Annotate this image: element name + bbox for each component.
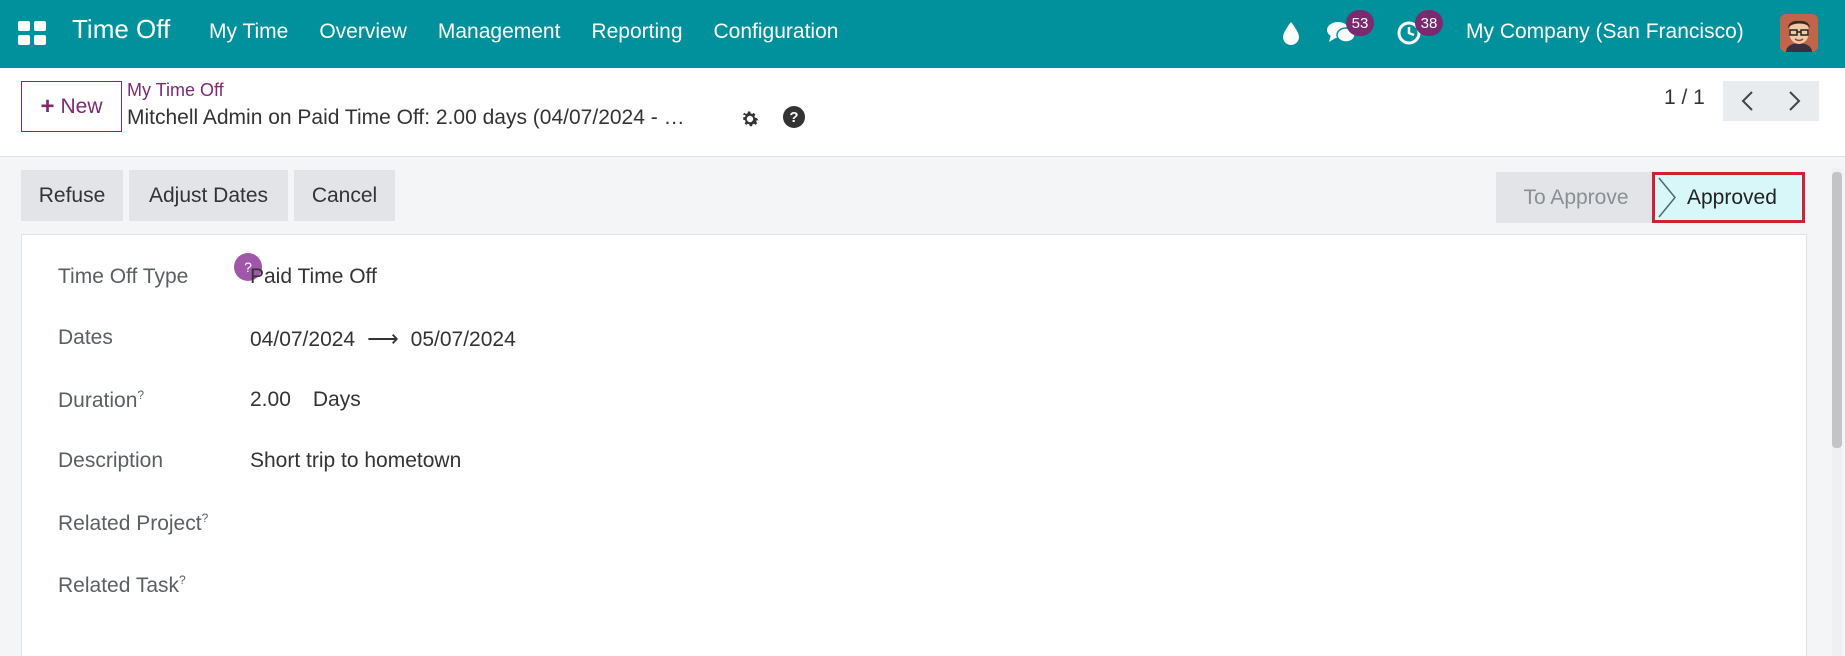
scrollbar[interactable] (1832, 168, 1842, 656)
duration-value[interactable]: 2.00 Days (250, 388, 361, 412)
duration-unit: Days (312, 388, 361, 411)
user-avatar[interactable] (1780, 14, 1818, 52)
top-navbar: Time Off My Time Overview Management Rep… (0, 0, 1845, 68)
dates-value[interactable]: 04/07/2024 ⟶ 05/07/2024 (250, 326, 516, 352)
activity-count-badge: 38 (1415, 10, 1443, 36)
gear-icon[interactable] (739, 108, 761, 130)
control-panel: + New My Time Off Mitchell Admin on Paid… (0, 68, 1845, 157)
duration-label: Duration? (58, 388, 145, 412)
description-value[interactable]: Short trip to hometown (250, 449, 461, 473)
chevron-right-icon (1789, 91, 1801, 111)
arrow-right-icon: ⟶ (367, 326, 399, 351)
description-label: Description (58, 449, 164, 472)
chevron-left-icon (1741, 91, 1753, 111)
drop-icon[interactable] (1280, 20, 1302, 46)
dates-label: Dates (58, 326, 113, 349)
new-button-label: New (60, 94, 103, 118)
company-switcher[interactable]: My Company (San Francisco) (1466, 20, 1744, 44)
related-task-help-icon[interactable]: ? (179, 573, 186, 587)
pager-value[interactable]: 1 / 1 (1664, 86, 1705, 110)
scrollbar-thumb[interactable] (1832, 172, 1842, 448)
status-bar: Refuse Adjust Dates Cancel To Approve Ap… (0, 158, 1845, 234)
app-title[interactable]: Time Off (72, 14, 170, 45)
pager-next-button[interactable] (1771, 81, 1819, 121)
apps-menu-icon[interactable] (18, 21, 46, 45)
field-related-task: Related Task? (58, 573, 1758, 603)
menu-my-time[interactable]: My Time (209, 20, 288, 44)
field-duration: Duration? 2.00 Days (58, 388, 1758, 418)
field-dates: Dates 04/07/2024 ⟶ 05/07/2024 (58, 326, 1758, 356)
related-project-help-icon[interactable]: ? (202, 511, 209, 525)
record-title: Mitchell Admin on Paid Time Off: 2.00 da… (127, 106, 685, 129)
status-to-approve[interactable]: To Approve (1496, 172, 1656, 223)
breadcrumb-my-time-off[interactable]: My Time Off (127, 80, 224, 101)
help-icon[interactable]: ? (783, 106, 805, 128)
menu-management[interactable]: Management (438, 20, 561, 44)
date-to[interactable]: 05/07/2024 (411, 328, 516, 351)
plus-icon: + (40, 92, 55, 120)
pager-previous-button[interactable] (1723, 81, 1771, 121)
chat-count-badge: 53 (1346, 10, 1374, 36)
time-off-type-label: Time Off Type (58, 265, 189, 288)
refuse-button[interactable]: Refuse (21, 170, 123, 221)
status-approved-label: Approved (1687, 185, 1777, 209)
field-related-project: Related Project? (58, 511, 1758, 541)
time-off-type-value[interactable]: Paid Time Off (250, 265, 377, 289)
menu-reporting[interactable]: Reporting (591, 20, 682, 44)
main-menu: My Time Overview Management Reporting Co… (209, 20, 869, 44)
new-button[interactable]: + New (21, 81, 122, 132)
adjust-dates-button[interactable]: Adjust Dates (129, 170, 288, 221)
duration-help-icon[interactable]: ? (137, 388, 144, 402)
menu-overview[interactable]: Overview (319, 20, 407, 44)
menu-configuration[interactable]: Configuration (714, 20, 839, 44)
related-project-label: Related Project? (58, 511, 209, 535)
field-time-off-type: Time Off Type ? Paid Time Off (58, 253, 1758, 295)
status-arrow-icon (1658, 177, 1676, 218)
status-approved[interactable]: Approved (1652, 172, 1805, 223)
field-description: Description Short trip to hometown (58, 449, 1758, 479)
cancel-button[interactable]: Cancel (294, 170, 395, 221)
related-task-label: Related Task? (58, 573, 186, 597)
date-from[interactable]: 04/07/2024 (250, 328, 355, 351)
form-sheet: Time Off Type ? Paid Time Off Dates 04/0… (21, 234, 1807, 656)
duration-number[interactable]: 2.00 (250, 388, 291, 411)
